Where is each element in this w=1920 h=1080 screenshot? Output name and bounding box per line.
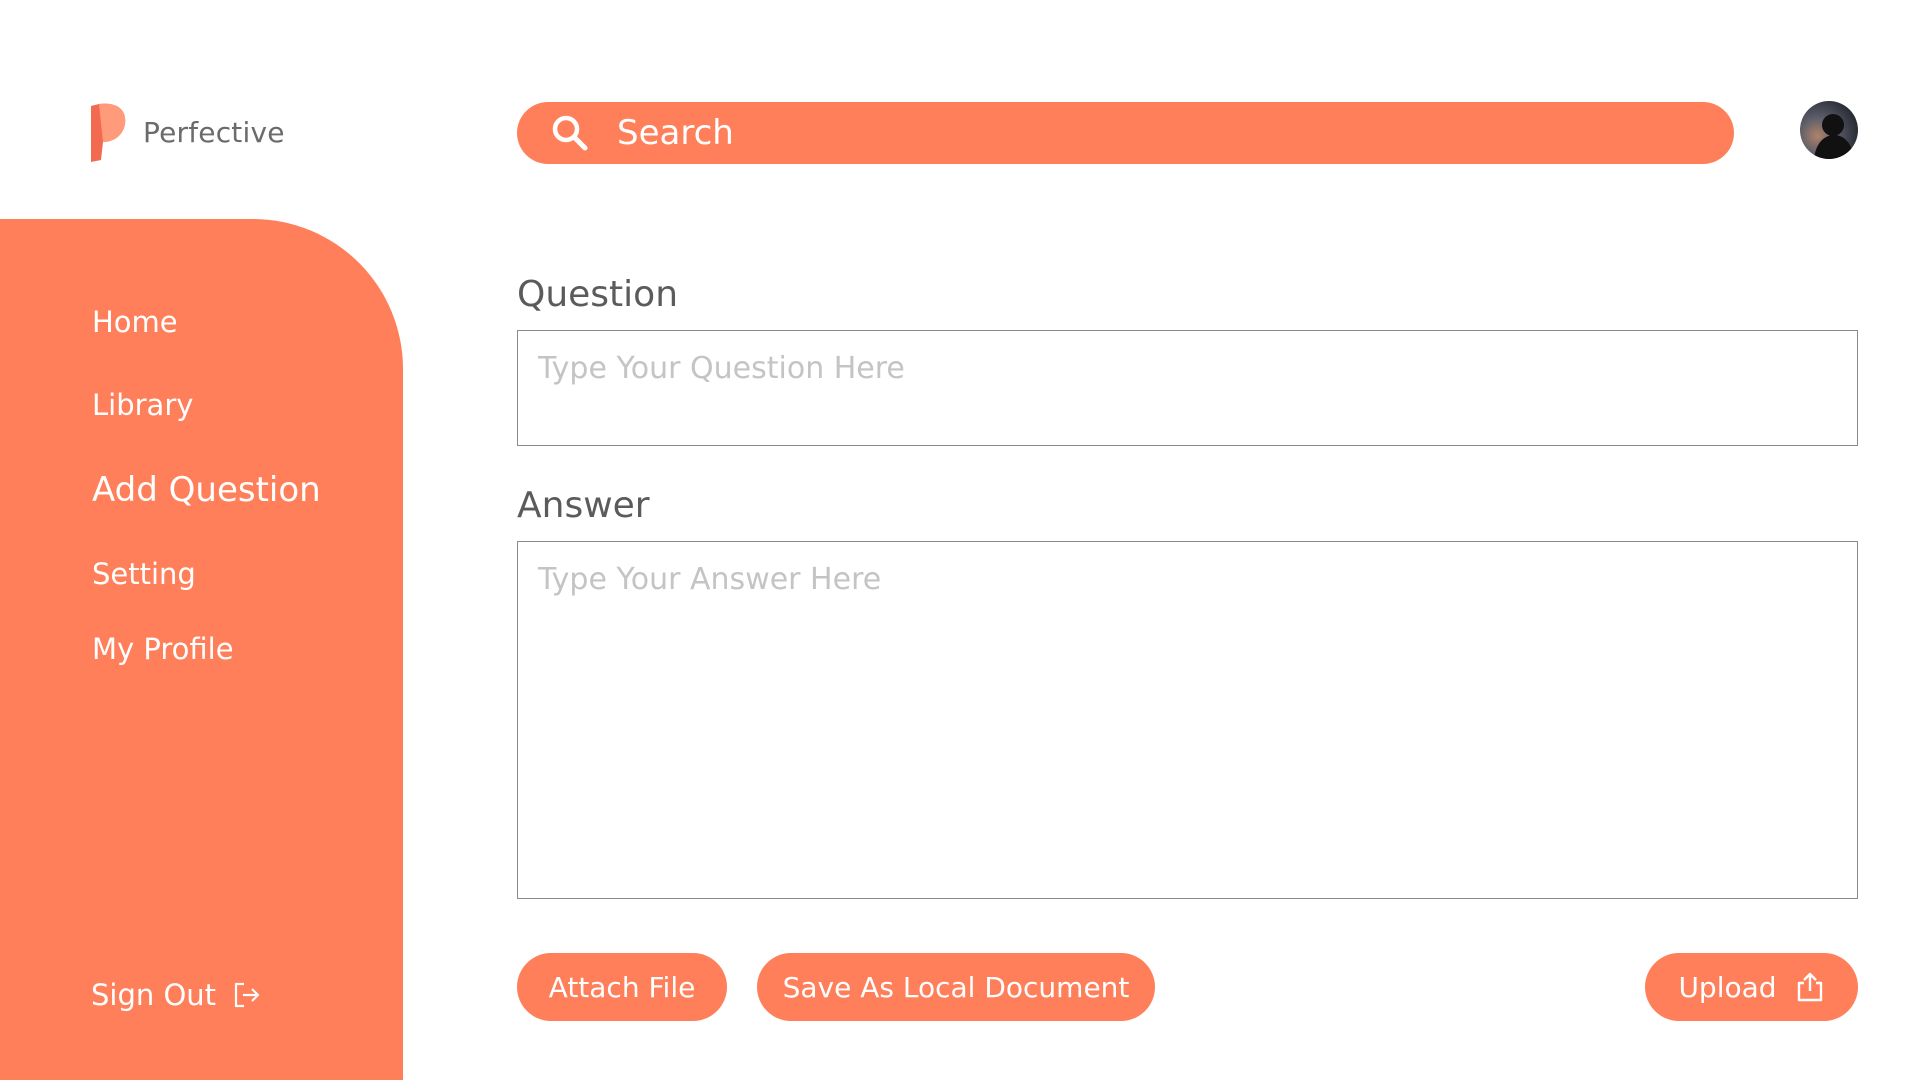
- upload-button[interactable]: Upload: [1645, 953, 1858, 1021]
- avatar[interactable]: [1800, 101, 1858, 159]
- page: Perfective Home Library Add Quest: [0, 0, 1920, 1080]
- brand-name: Perfective: [143, 115, 285, 149]
- attach-file-button[interactable]: Attach File: [517, 953, 727, 1021]
- sidebar-item-add-question[interactable]: Add Question: [92, 470, 321, 510]
- save-local-label: Save As Local Document: [782, 970, 1130, 1004]
- upload-icon: [1797, 972, 1822, 1002]
- search-icon[interactable]: [551, 114, 589, 152]
- sign-out-icon: [234, 982, 260, 1008]
- question-input[interactable]: [517, 330, 1858, 446]
- sidebar-item-setting[interactable]: Setting: [92, 557, 196, 591]
- search-bar[interactable]: [517, 102, 1734, 164]
- sign-out-button[interactable]: Sign Out: [91, 978, 262, 1012]
- avatar-image: [1800, 101, 1858, 159]
- answer-textarea[interactable]: [517, 541, 1858, 899]
- sidebar: Home Library Add Question Setting My Pro…: [0, 219, 403, 1080]
- answer-label: Answer: [517, 485, 650, 526]
- attach-file-label: Attach File: [548, 970, 696, 1004]
- upload-label: Upload: [1678, 970, 1777, 1004]
- sidebar-item-home[interactable]: Home: [92, 305, 178, 339]
- search-input[interactable]: [617, 113, 1667, 153]
- brand-logo[interactable]: Perfective: [89, 102, 285, 162]
- sign-out-label: Sign Out: [91, 978, 217, 1012]
- question-label: Question: [517, 274, 679, 315]
- sidebar-item-library[interactable]: Library: [92, 388, 193, 422]
- save-local-document-button[interactable]: Save As Local Document: [757, 953, 1155, 1021]
- logo-mark-icon: [91, 103, 126, 162]
- sidebar-item-my-profile[interactable]: My Profile: [92, 632, 234, 666]
